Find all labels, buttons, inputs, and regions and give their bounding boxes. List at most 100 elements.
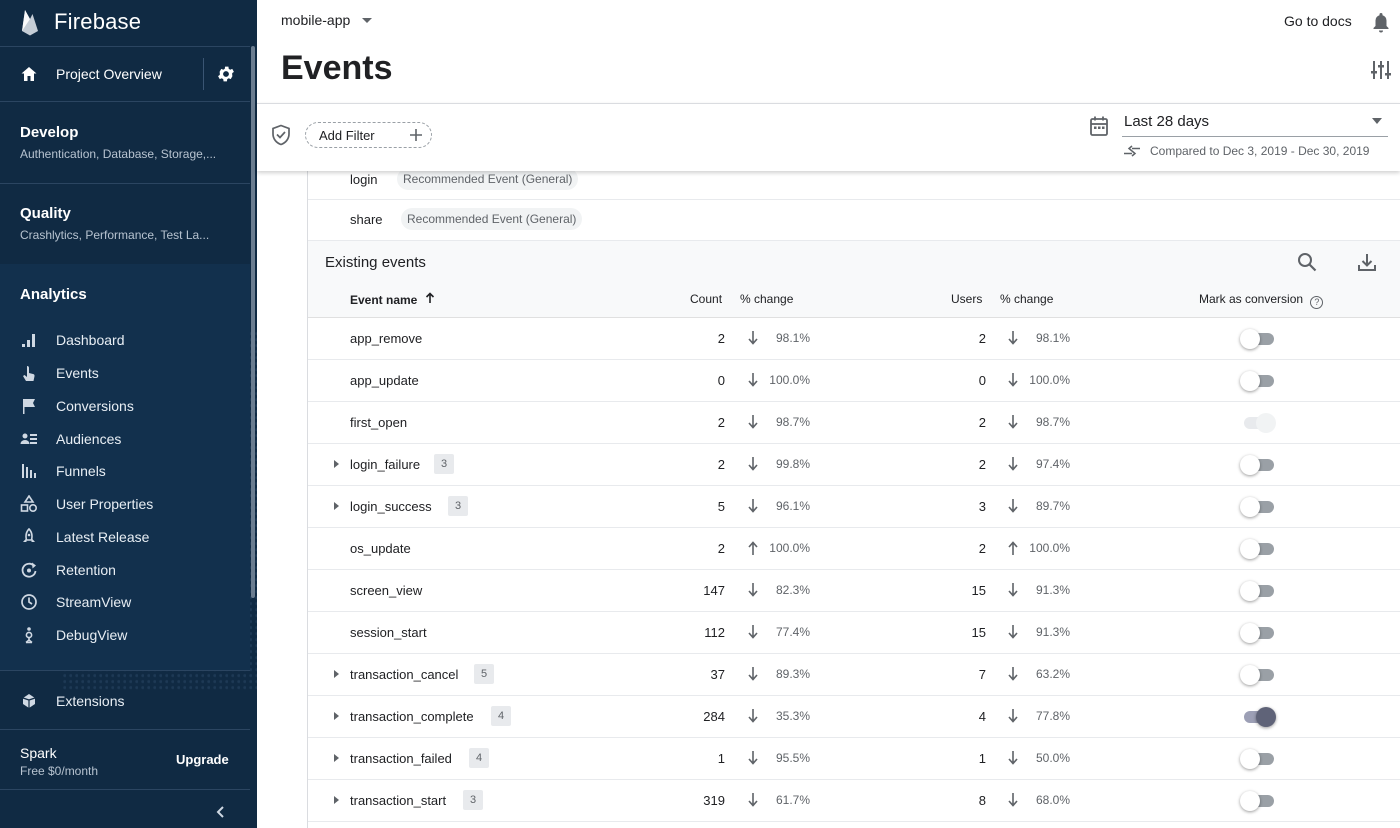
sidebar-item-debugview[interactable]: DebugView bbox=[0, 620, 250, 650]
event-name[interactable]: app_update bbox=[350, 373, 419, 388]
event-count: 2 bbox=[717, 457, 725, 472]
retention-icon bbox=[21, 562, 37, 578]
expand-icon[interactable] bbox=[334, 670, 339, 678]
toggle-knob bbox=[1240, 497, 1260, 517]
conversion-toggle[interactable] bbox=[1240, 497, 1276, 517]
project-selector[interactable]: mobile-app bbox=[281, 12, 373, 28]
table-row[interactable]: app_update 0 100.0% 0 100.0% bbox=[308, 360, 1400, 402]
expand-icon[interactable] bbox=[334, 502, 339, 510]
sidebar-item-latest-release[interactable]: Latest Release bbox=[0, 522, 250, 552]
sidebar-item-extensions[interactable]: Extensions bbox=[0, 686, 250, 716]
event-count: 284 bbox=[703, 709, 725, 724]
column-header-event-name[interactable]: Event name bbox=[350, 292, 435, 307]
add-filter-button[interactable]: Add Filter bbox=[305, 122, 432, 148]
table-row[interactable]: screen_view 147 82.3% 15 91.3% bbox=[308, 570, 1400, 612]
sidebar-item-dashboard[interactable]: Dashboard bbox=[0, 325, 250, 355]
go-to-docs-link[interactable]: Go to docs bbox=[1284, 13, 1352, 29]
conversion-toggle[interactable] bbox=[1240, 707, 1276, 727]
table-row[interactable]: first_open 2 98.7% 2 98.7% bbox=[308, 402, 1400, 444]
table-row[interactable]: session_start 112 77.4% 15 91.3% bbox=[308, 612, 1400, 654]
table-row[interactable]: transaction_complete 4 284 35.3% 4 77.8% bbox=[308, 696, 1400, 738]
table-row[interactable]: app_remove 2 98.1% 2 98.1% bbox=[308, 318, 1400, 360]
conversion-toggle[interactable] bbox=[1240, 581, 1276, 601]
touch-icon bbox=[23, 366, 35, 381]
recommended-event-tag: Recommended Event (General) bbox=[401, 208, 583, 230]
table-row[interactable]: transaction_cancel 5 37 89.3% 7 63.2% bbox=[308, 654, 1400, 696]
column-header-users[interactable]: Users bbox=[951, 292, 982, 306]
column-header-count[interactable]: Count bbox=[690, 292, 722, 306]
conversion-toggle[interactable] bbox=[1240, 539, 1276, 559]
gear-icon[interactable] bbox=[216, 64, 236, 84]
plan-name: Spark bbox=[20, 745, 57, 761]
conversion-toggle[interactable] bbox=[1240, 665, 1276, 685]
tune-icon[interactable] bbox=[1370, 59, 1392, 81]
table-row[interactable]: login_success 3 5 96.1% 3 89.7% bbox=[308, 486, 1400, 528]
sidebar-item-conversions[interactable]: Conversions bbox=[0, 391, 250, 421]
sidebar-item-user-properties[interactable]: User Properties bbox=[0, 489, 250, 519]
conversion-toggle[interactable] bbox=[1240, 329, 1276, 349]
table-row[interactable]: login_failure 3 2 99.8% 2 97.4% bbox=[308, 444, 1400, 486]
sidebar-item-label: Dashboard bbox=[56, 332, 125, 348]
expand-icon[interactable] bbox=[334, 754, 339, 762]
event-name[interactable]: transaction_cancel bbox=[350, 667, 458, 682]
user-count: 7 bbox=[978, 667, 986, 682]
event-count: 37 bbox=[710, 667, 725, 682]
date-range-select[interactable]: Last 28 days bbox=[1122, 111, 1388, 137]
plan-info: Spark Free $0/month bbox=[20, 745, 98, 778]
conversion-toggle[interactable] bbox=[1240, 455, 1276, 475]
users-change: 98.1% bbox=[1035, 331, 1070, 345]
events-table: app_remove 2 98.1% 2 98.1% app_update 0 100.0% 0… bbox=[308, 318, 1400, 822]
sidebar-item-events[interactable]: Events bbox=[0, 358, 250, 388]
conversion-toggle[interactable] bbox=[1240, 623, 1276, 643]
event-name[interactable]: transaction_start bbox=[350, 793, 446, 808]
table-row[interactable]: os_update 2 100.0% 2 100.0% bbox=[308, 528, 1400, 570]
project-overview-link[interactable]: Project Overview bbox=[0, 50, 250, 98]
sidebar-item-streamview[interactable]: StreamView bbox=[0, 587, 250, 617]
event-name[interactable]: screen_view bbox=[350, 583, 422, 598]
event-name[interactable]: session_start bbox=[350, 625, 427, 640]
arrow-down-icon bbox=[1008, 709, 1018, 723]
event-name[interactable]: app_remove bbox=[350, 331, 422, 346]
column-header-users-change[interactable]: % change bbox=[1000, 292, 1053, 306]
toggle-knob bbox=[1240, 371, 1260, 391]
count-change: 96.1% bbox=[775, 499, 810, 513]
arrow-down-icon bbox=[748, 373, 758, 387]
users-change: 98.7% bbox=[1035, 415, 1070, 429]
event-name[interactable]: os_update bbox=[350, 541, 411, 556]
arrow-down-icon bbox=[1008, 457, 1018, 471]
sidebar-item-audiences[interactable]: Audiences bbox=[0, 424, 250, 454]
event-name[interactable]: transaction_failed bbox=[350, 751, 452, 766]
event-name[interactable]: first_open bbox=[350, 415, 407, 430]
table-row[interactable]: transaction_failed 4 1 95.5% 1 50.0% bbox=[308, 738, 1400, 780]
download-icon[interactable] bbox=[1356, 251, 1378, 273]
sidebar-item-label: Retention bbox=[56, 562, 116, 578]
help-icon[interactable]: ? bbox=[1310, 296, 1324, 309]
sidebar-scrollbar[interactable] bbox=[251, 46, 255, 598]
event-name[interactable]: login_success bbox=[350, 499, 432, 514]
expand-icon[interactable] bbox=[334, 712, 339, 720]
sidebar-item-retention[interactable]: Retention bbox=[0, 555, 250, 585]
shield-check-icon[interactable] bbox=[271, 124, 291, 146]
table-row[interactable]: transaction_start 3 319 61.7% 8 68.0% bbox=[308, 780, 1400, 822]
event-name[interactable]: login_failure bbox=[350, 457, 420, 472]
count-change: 100.0% bbox=[769, 541, 810, 555]
column-header-count-change[interactable]: % change bbox=[740, 292, 793, 306]
sidebar-item-funnels[interactable]: Funnels bbox=[0, 456, 250, 486]
bell-icon[interactable] bbox=[1371, 11, 1391, 33]
event-count: 5 bbox=[717, 499, 725, 514]
firebase-logo[interactable]: Firebase bbox=[20, 6, 141, 38]
chevron-left-icon[interactable] bbox=[213, 804, 229, 820]
search-icon[interactable] bbox=[1296, 251, 1318, 273]
expand-icon[interactable] bbox=[334, 460, 339, 468]
calendar-icon[interactable] bbox=[1089, 115, 1109, 137]
conversion-toggle[interactable] bbox=[1240, 749, 1276, 769]
upgrade-button[interactable]: Upgrade bbox=[176, 752, 229, 767]
expand-icon[interactable] bbox=[334, 796, 339, 804]
recommended-event-row[interactable]: share Recommended Event (General) bbox=[308, 200, 1400, 241]
sidebar-item-label: Conversions bbox=[56, 398, 134, 414]
conversion-toggle[interactable] bbox=[1240, 371, 1276, 391]
project-overview-label: Project Overview bbox=[56, 66, 162, 82]
arrow-down-icon bbox=[748, 793, 758, 807]
event-name[interactable]: transaction_complete bbox=[350, 709, 474, 724]
conversion-toggle[interactable] bbox=[1240, 791, 1276, 811]
